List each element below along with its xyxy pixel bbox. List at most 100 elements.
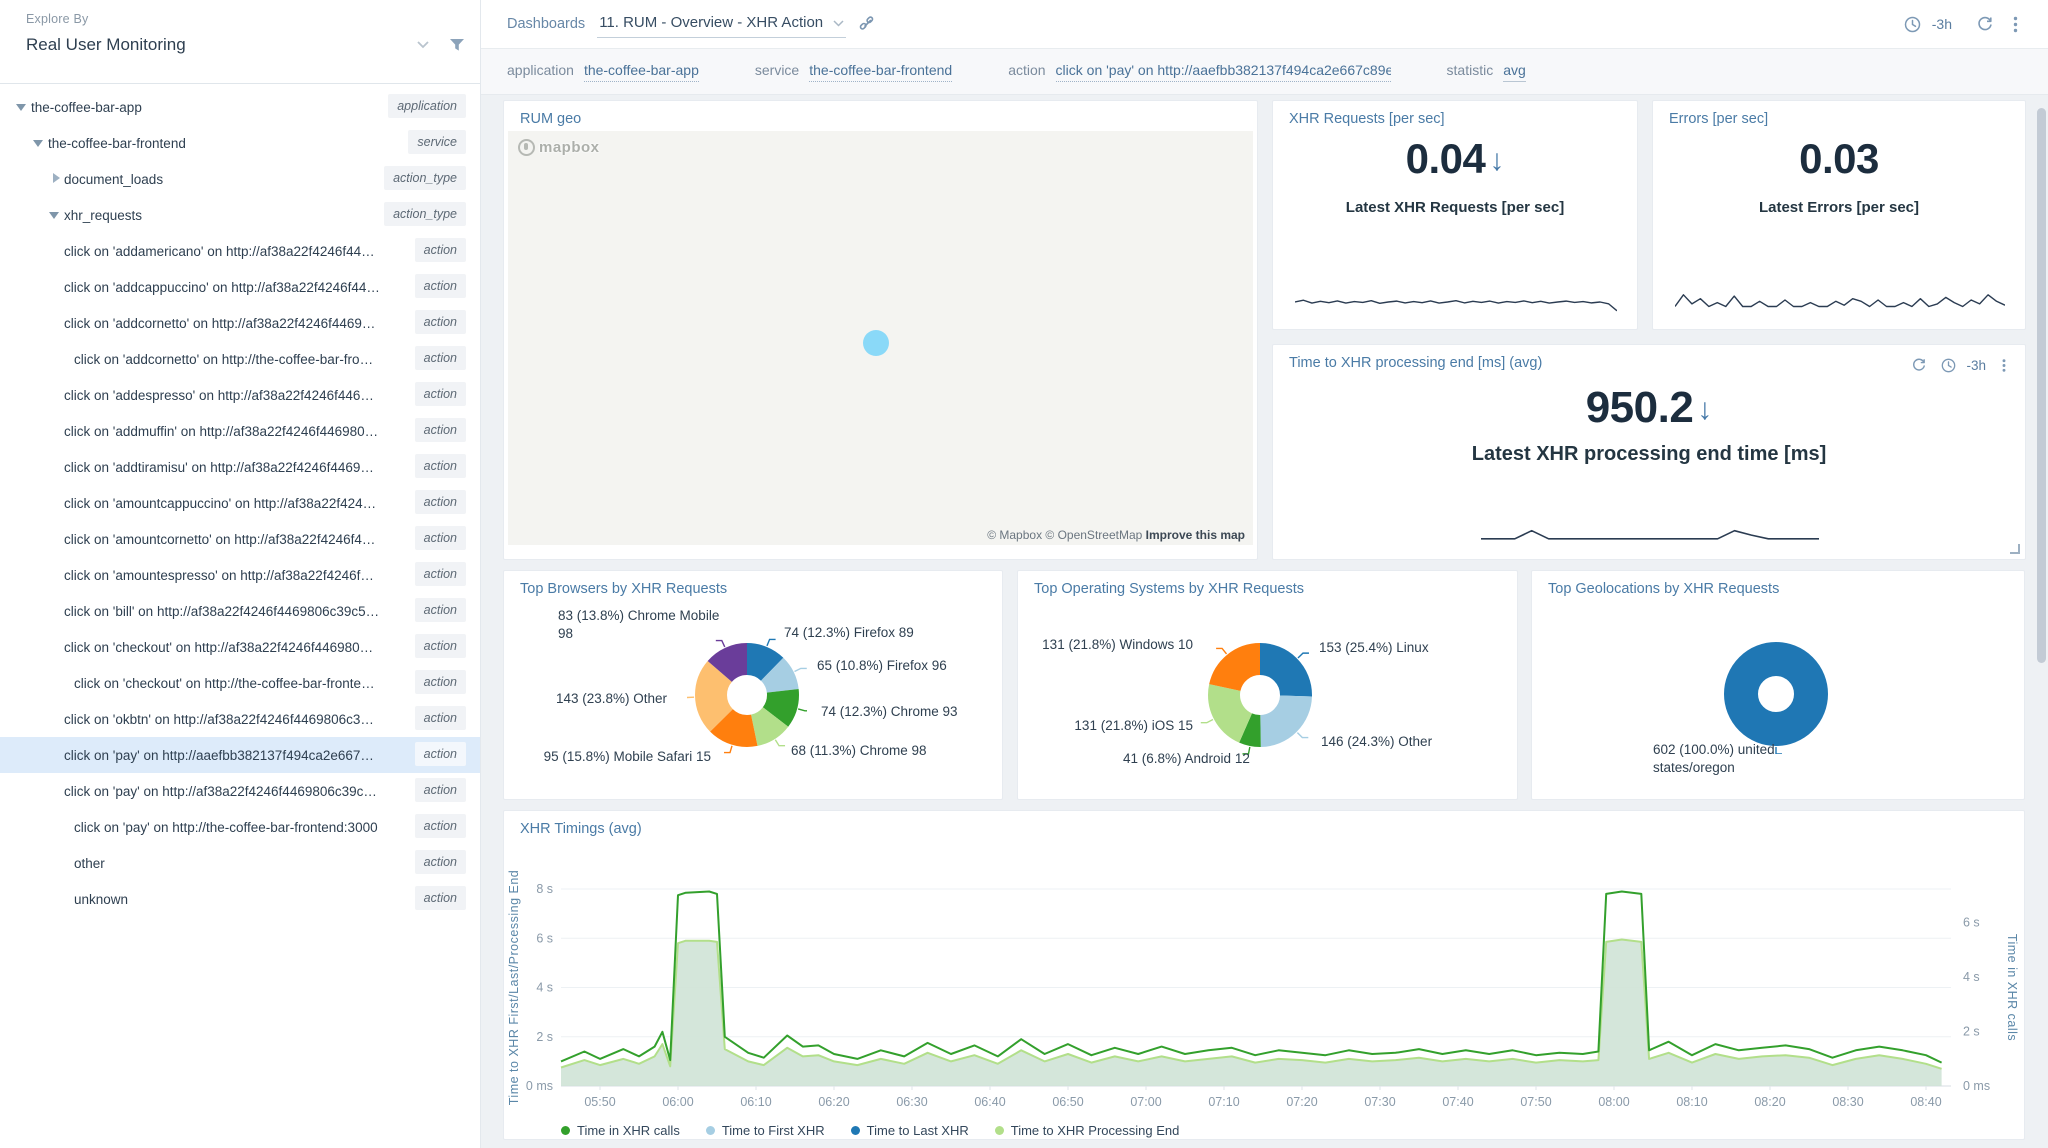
tree-item[interactable]: click on 'pay' on http://af38a22f4246f44… bbox=[0, 773, 480, 809]
explore-by-value[interactable]: Real User Monitoring bbox=[26, 35, 414, 55]
time-range-value[interactable]: -3h bbox=[1932, 16, 1952, 32]
tree-item[interactable]: click on 'addespresso' on http://af38a22… bbox=[0, 377, 480, 413]
panel-time-to-xhr-processing-end: Time to XHR processing end [ms] (avg) -3… bbox=[1272, 344, 2026, 560]
dashboard-title[interactable]: 11. RUM - Overview - XHR Action bbox=[599, 14, 823, 31]
dashboards-label[interactable]: Dashboards bbox=[507, 16, 585, 32]
sparkline-processing-end bbox=[1481, 523, 1819, 545]
tree-item[interactable]: otheraction bbox=[0, 845, 480, 881]
share-link-icon[interactable] bbox=[858, 16, 875, 33]
panel-title: Top Geolocations by XHR Requests bbox=[1548, 581, 1779, 597]
sidebar-header: Explore By Real User Monitoring bbox=[0, 0, 480, 84]
tree-item[interactable]: click on 'amountcappuccino' on http://af… bbox=[0, 485, 480, 521]
tree-item-type-badge: action_type bbox=[384, 202, 466, 226]
tree-item[interactable]: click on 'pay' on http://aaefbb382137f49… bbox=[0, 737, 480, 773]
legend-dot bbox=[995, 1126, 1004, 1135]
tree-item[interactable]: click on 'addcappuccino' on http://af38a… bbox=[0, 269, 480, 305]
tree-item[interactable]: click on 'addcornetto' on http://the-cof… bbox=[0, 341, 480, 377]
tree-item-type-badge: application bbox=[388, 94, 466, 118]
panel-top-geolocations: Top Geolocations by XHR Requests 602 (10… bbox=[1531, 570, 2025, 800]
chevron-expanded-icon[interactable] bbox=[48, 207, 64, 223]
xhr-timings-chart[interactable]: 0 ms2 s4 s6 s8 s0 ms2 s4 s6 s05:5006:000… bbox=[504, 811, 2024, 1116]
tree-item[interactable]: click on 'amountespresso' on http://af38… bbox=[0, 557, 480, 593]
tree-item[interactable]: click on 'bill' on http://af38a22f4246f4… bbox=[0, 593, 480, 629]
map-attribution: © Mapbox © OpenStreetMap Improve this ma… bbox=[987, 528, 1245, 542]
tree-item[interactable]: the-coffee-bar-appapplication bbox=[0, 89, 480, 125]
svg-text:0 ms: 0 ms bbox=[1963, 1079, 1990, 1093]
tree-item[interactable]: click on 'addcornetto' on http://af38a22… bbox=[0, 305, 480, 341]
filter-value[interactable]: avg bbox=[1503, 62, 1526, 82]
os-donut-chart[interactable] bbox=[1200, 635, 1320, 755]
filter-value[interactable]: the-coffee-bar-frontend bbox=[809, 62, 952, 82]
svg-text:06:50: 06:50 bbox=[1052, 1095, 1083, 1109]
tree-item-type-badge: action bbox=[415, 346, 466, 370]
svg-text:06:30: 06:30 bbox=[896, 1095, 927, 1109]
chevron-expanded-icon[interactable] bbox=[32, 135, 48, 151]
tree-item[interactable]: xhr_requestsaction_type bbox=[0, 197, 480, 233]
panel-clock-icon[interactable] bbox=[1937, 354, 1959, 376]
tree-item[interactable]: click on 'addamericano' on http://af38a2… bbox=[0, 233, 480, 269]
legend-item[interactable]: Time in XHR calls bbox=[561, 1123, 680, 1138]
tree-item[interactable]: the-coffee-bar-frontendservice bbox=[0, 125, 480, 161]
donut-label: 68 (11.3%) Chrome 98 bbox=[791, 742, 927, 760]
tree-item-type-badge: action bbox=[415, 454, 466, 478]
legend-label: Time to XHR Processing End bbox=[1011, 1123, 1180, 1138]
tree-item[interactable]: click on 'okbtn' on http://af38a22f4246f… bbox=[0, 701, 480, 737]
time-range-clock-icon[interactable] bbox=[1902, 13, 1924, 35]
donut-label: 95 (15.8%) Mobile Safari 15 bbox=[544, 748, 711, 766]
geolocations-donut-chart[interactable] bbox=[1716, 634, 1836, 754]
filter-funnel-icon[interactable] bbox=[448, 37, 466, 53]
tree-item[interactable]: click on 'checkout' on http://the-coffee… bbox=[0, 665, 480, 701]
tree-item[interactable]: click on 'amountcornetto' on http://af38… bbox=[0, 521, 480, 557]
chevron-collapsed-icon[interactable] bbox=[48, 171, 64, 187]
tree-item-type-badge: action bbox=[415, 382, 466, 406]
svg-text:08:20: 08:20 bbox=[1754, 1095, 1785, 1109]
filter-value[interactable]: the-coffee-bar-app bbox=[584, 62, 699, 82]
sparkline-xhr-requests bbox=[1295, 291, 1617, 313]
kebab-menu-icon[interactable] bbox=[2004, 13, 2026, 35]
chevron-down-icon[interactable] bbox=[414, 39, 432, 51]
panel-kebab-icon[interactable] bbox=[1993, 354, 2015, 376]
panel-title: Top Operating Systems by XHR Requests bbox=[1034, 581, 1304, 597]
legend-item[interactable]: Time to Last XHR bbox=[851, 1123, 969, 1138]
filter-value[interactable]: click on 'pay' on http://aaefbb382137f49… bbox=[1056, 62, 1391, 82]
refresh-icon[interactable] bbox=[1974, 13, 1996, 35]
tree-item-type-badge: action bbox=[415, 778, 466, 802]
panel-xhr-requests: XHR Requests [per sec] 0.04↓ Latest XHR … bbox=[1272, 100, 1638, 330]
vertical-scrollbar[interactable] bbox=[2037, 108, 2046, 663]
tree-item[interactable]: click on 'addtiramisu' on http://af38a22… bbox=[0, 449, 480, 485]
svg-text:4 s: 4 s bbox=[1963, 970, 1980, 984]
svg-text:Time to XHR First/Last/Process: Time to XHR First/Last/Processing End bbox=[507, 870, 521, 1105]
tree-item[interactable]: click on 'pay' on http://the-coffee-bar-… bbox=[0, 809, 480, 845]
svg-text:6 s: 6 s bbox=[536, 931, 553, 945]
donut-label: 74 (12.3%) Chrome 93 bbox=[821, 703, 958, 721]
panel-refresh-icon[interactable] bbox=[1908, 354, 1930, 376]
top-bar: Dashboards 11. RUM - Overview - XHR Acti… bbox=[481, 0, 2048, 49]
legend-label: Time to Last XHR bbox=[867, 1123, 969, 1138]
dashboard-content: RUM geo mapbox © Mapbox © OpenStreetMap … bbox=[481, 95, 2048, 1148]
svg-text:05:50: 05:50 bbox=[584, 1095, 615, 1109]
donut-label: 143 (23.8%) Other bbox=[556, 690, 667, 708]
panel-title: RUM geo bbox=[520, 111, 581, 127]
tree-item[interactable]: click on 'addmuffin' on http://af38a22f4… bbox=[0, 413, 480, 449]
map-location-marker[interactable] bbox=[863, 330, 889, 356]
donut-label: 146 (24.3%) Other bbox=[1321, 733, 1432, 751]
filter-service: servicethe-coffee-bar-frontend bbox=[755, 62, 952, 82]
chevron-expanded-icon[interactable] bbox=[15, 99, 31, 115]
panel-resize-grip[interactable] bbox=[2010, 544, 2020, 554]
dashboard-selector[interactable]: 11. RUM - Overview - XHR Action bbox=[597, 10, 846, 38]
tree-item[interactable]: click on 'checkout' on http://af38a22f42… bbox=[0, 629, 480, 665]
legend-item[interactable]: Time to XHR Processing End bbox=[995, 1123, 1180, 1138]
tree-item[interactable]: unknownaction bbox=[0, 881, 480, 917]
map-copyright: © Mapbox © OpenStreetMap bbox=[987, 528, 1142, 542]
browsers-donut-chart[interactable] bbox=[687, 635, 807, 755]
improve-map-link[interactable]: Improve this map bbox=[1146, 528, 1245, 542]
legend-item[interactable]: Time to First XHR bbox=[706, 1123, 825, 1138]
svg-text:07:30: 07:30 bbox=[1364, 1095, 1395, 1109]
svg-text:08:00: 08:00 bbox=[1598, 1095, 1629, 1109]
map-canvas[interactable]: mapbox © Mapbox © OpenStreetMap Improve … bbox=[508, 131, 1253, 545]
legend-dot bbox=[706, 1126, 715, 1135]
panel-time-range[interactable]: -3h bbox=[1966, 358, 1986, 373]
kpi-value: 0.04 bbox=[1406, 135, 1486, 182]
tree-item[interactable]: document_loadsaction_type bbox=[0, 161, 480, 197]
filter-label: application bbox=[507, 62, 574, 78]
